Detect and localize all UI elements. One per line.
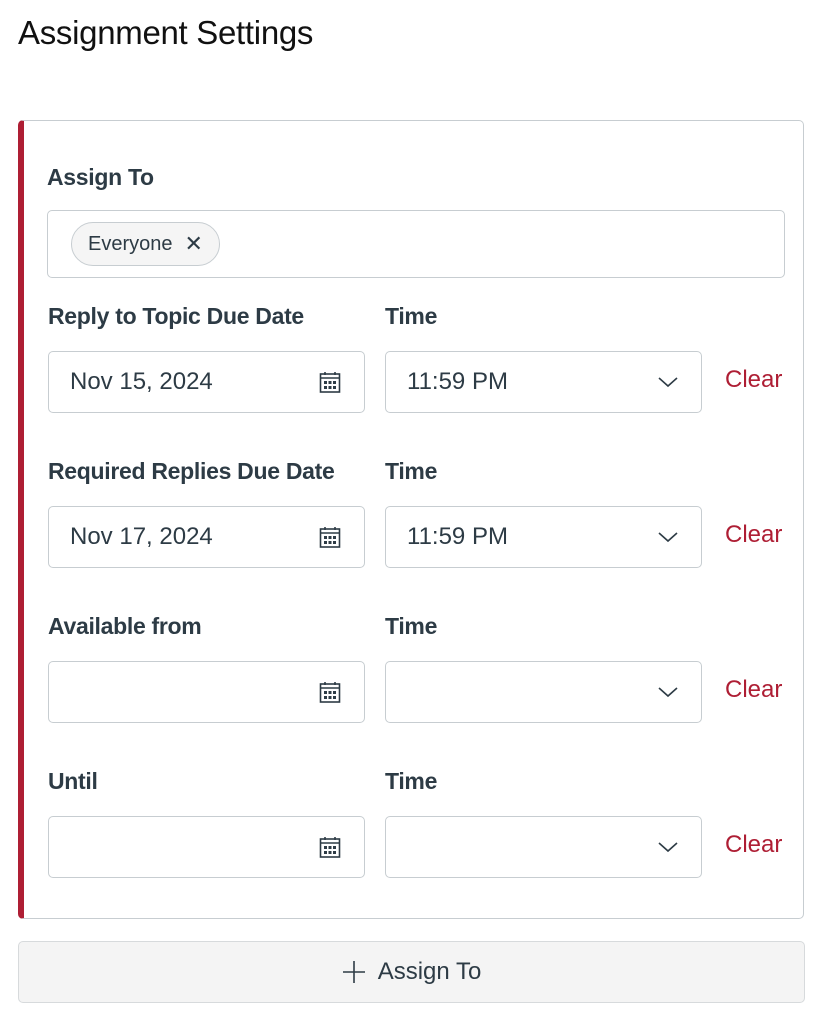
until-label: Until: [48, 768, 98, 794]
until-time-select[interactable]: [385, 816, 702, 878]
reply-due-time-select[interactable]: 11:59 PM: [385, 351, 702, 413]
reply-due-time-label: Time: [385, 303, 438, 329]
reply-due-date-label: Reply to Topic Due Date: [48, 303, 304, 329]
calendar-icon[interactable]: [318, 835, 342, 859]
until-date-input[interactable]: [48, 816, 365, 878]
until-clear-button[interactable]: Clear: [725, 831, 782, 859]
assign-to-label: Assign To: [47, 164, 154, 190]
available-from-time-label: Time: [385, 613, 438, 639]
reply-due-date-input[interactable]: Nov 15, 2024: [48, 351, 365, 413]
assign-to-input[interactable]: Everyone ✕: [47, 210, 785, 278]
assignee-chip[interactable]: Everyone ✕: [71, 222, 220, 266]
chevron-down-icon[interactable]: [657, 529, 679, 545]
chevron-down-icon[interactable]: [657, 684, 679, 700]
until-time-label: Time: [385, 768, 438, 794]
required-replies-date-input[interactable]: Nov 17, 2024: [48, 506, 365, 568]
reply-due-clear-button[interactable]: Clear: [725, 366, 782, 394]
required-replies-clear-button[interactable]: Clear: [725, 521, 782, 549]
available-from-date-input[interactable]: [48, 661, 365, 723]
calendar-icon[interactable]: [318, 370, 342, 394]
add-assign-to-button[interactable]: Assign To: [18, 941, 805, 1003]
chevron-down-icon[interactable]: [657, 839, 679, 855]
required-replies-time-select[interactable]: 11:59 PM: [385, 506, 702, 568]
available-from-label: Available from: [48, 613, 202, 639]
required-replies-date-label: Required Replies Due Date: [48, 458, 335, 484]
available-from-time-select[interactable]: [385, 661, 702, 723]
close-icon[interactable]: ✕: [185, 233, 203, 255]
available-from-clear-button[interactable]: Clear: [725, 676, 782, 704]
calendar-icon[interactable]: [318, 525, 342, 549]
plus-icon: [342, 961, 365, 983]
add-assign-to-label: Assign To: [377, 958, 482, 985]
assignee-chip-label: Everyone: [88, 232, 173, 255]
calendar-icon[interactable]: [318, 680, 342, 704]
required-replies-time-label: Time: [385, 458, 438, 484]
page-title: Assignment Settings: [18, 14, 314, 51]
assign-card: Assign To Everyone ✕ Reply to Topic Due …: [18, 120, 804, 919]
chevron-down-icon[interactable]: [657, 374, 679, 390]
